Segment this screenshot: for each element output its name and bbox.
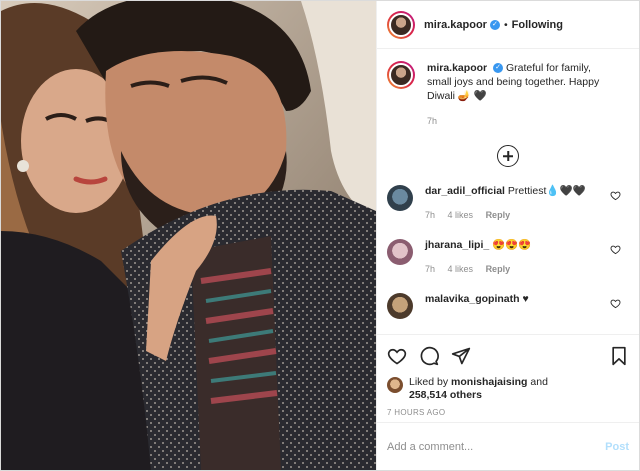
- header-separator: •: [503, 18, 508, 31]
- commenter-avatar[interactable]: [387, 185, 413, 211]
- likes-prefix: Liked by: [409, 376, 449, 388]
- action-icons: [387, 345, 629, 367]
- verified-badge-icon: ✓: [489, 19, 500, 30]
- plus-circle-icon[interactable]: [497, 145, 519, 167]
- post-modal: mira.kapoor ✓ • Following mira.kapoor ✓ …: [0, 0, 640, 471]
- comment-text: Prettiest💧🖤🖤: [507, 185, 586, 197]
- post-comment-button[interactable]: Post: [605, 441, 629, 453]
- caption-time[interactable]: 7h: [427, 114, 617, 128]
- heart-icon[interactable]: [610, 190, 621, 201]
- following-button[interactable]: Following: [512, 19, 563, 31]
- comment-likes[interactable]: 4 likes: [448, 210, 474, 220]
- comment-item: jharana_lipi_ 😍😍😍 7h 4 likes Reply: [387, 238, 629, 276]
- liker-avatar[interactable]: [387, 377, 403, 393]
- likes-others-count[interactable]: 258,514 others: [409, 389, 482, 401]
- commenter-avatar[interactable]: [387, 239, 413, 265]
- bookmark-icon[interactable]: [609, 346, 629, 366]
- comments-list[interactable]: mira.kapoor ✓ Grateful for family, small…: [377, 49, 639, 334]
- heart-icon[interactable]: [610, 298, 621, 309]
- author-avatar[interactable]: [387, 10, 415, 39]
- comment-time[interactable]: 7h: [425, 210, 435, 220]
- comment-username[interactable]: dar_adil_official: [425, 185, 505, 197]
- comment-username[interactable]: jharana_lipi_: [425, 239, 489, 251]
- post-header: mira.kapoor ✓ • Following: [377, 1, 639, 49]
- liker-username[interactable]: monishajaising: [451, 376, 527, 388]
- comment-text: ♥: [522, 293, 529, 305]
- comment-icon[interactable]: [419, 346, 439, 366]
- share-icon[interactable]: [451, 346, 471, 366]
- photo-illustration: [1, 1, 376, 470]
- reply-button[interactable]: Reply: [486, 210, 511, 220]
- post-actions: Liked by monishajaising and 258,514 othe…: [377, 334, 639, 417]
- comment-text: 😍😍😍: [492, 239, 532, 251]
- caption-username[interactable]: mira.kapoor: [427, 62, 487, 74]
- comment-username[interactable]: malavika_gopinath: [425, 293, 520, 305]
- likes-conj: and: [530, 376, 548, 388]
- post-photo[interactable]: [1, 1, 376, 470]
- likes-summary: Liked by monishajaising and 258,514 othe…: [387, 376, 629, 402]
- post-timestamp[interactable]: 7 HOURS AGO: [387, 408, 629, 417]
- comment-time[interactable]: 7h: [425, 264, 435, 274]
- commenter-avatar[interactable]: [387, 293, 413, 319]
- comment-input[interactable]: [387, 440, 606, 453]
- heart-icon[interactable]: [610, 244, 621, 255]
- add-comment-bar: Post: [377, 422, 639, 470]
- comment-item: dar_adil_official Prettiest💧🖤🖤 7h 4 like…: [387, 184, 629, 222]
- heart-icon[interactable]: [387, 346, 407, 366]
- comment-likes[interactable]: 4 likes: [448, 264, 474, 274]
- post-sidebar: mira.kapoor ✓ • Following mira.kapoor ✓ …: [376, 1, 639, 470]
- verified-badge-icon: ✓: [493, 63, 504, 74]
- comment-item: malavika_gopinath ♥: [387, 292, 629, 319]
- caption: mira.kapoor ✓ Grateful for family, small…: [387, 61, 629, 128]
- reply-button[interactable]: Reply: [486, 264, 511, 274]
- author-username[interactable]: mira.kapoor: [424, 19, 487, 31]
- caption-avatar[interactable]: [387, 61, 415, 89]
